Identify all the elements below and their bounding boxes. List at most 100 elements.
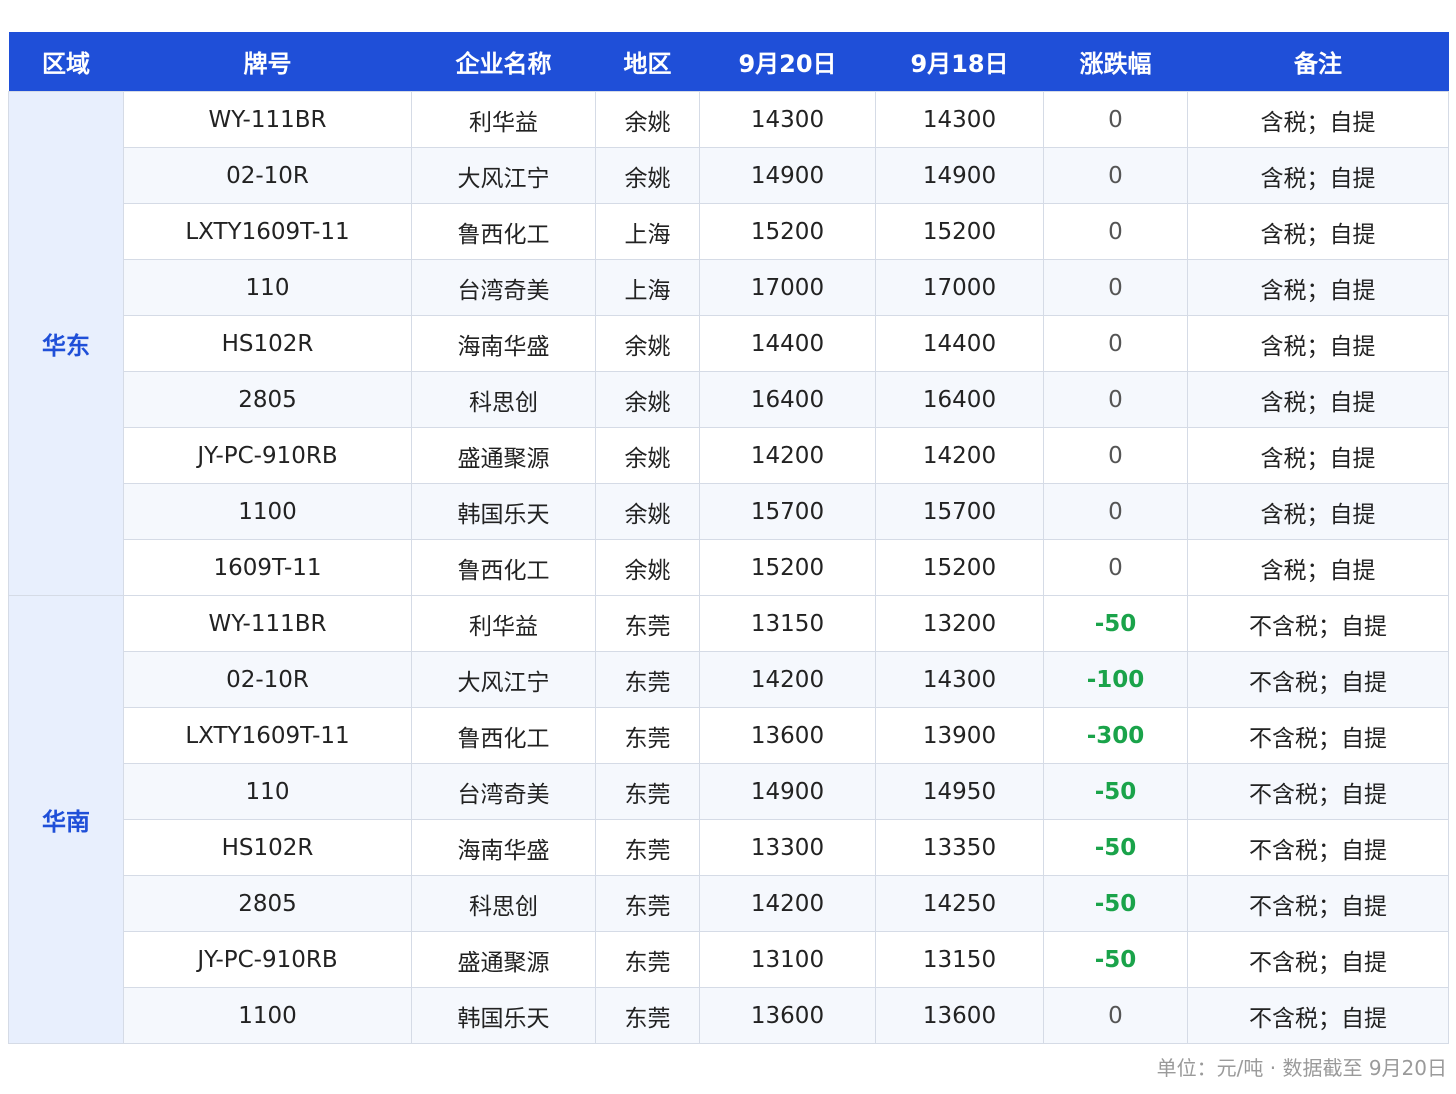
area-cell: 东莞 — [595, 819, 700, 876]
company-cell: 盛通聚源 — [411, 427, 596, 484]
note-cell: 不含税；自提 — [1187, 819, 1449, 876]
change-cell: 0 — [1043, 483, 1188, 540]
table-row: 02-10R 大风江宁 东莞 14200 14300 -100 不含税；自提 — [9, 651, 1449, 708]
price-0918-cell: 15700 — [875, 483, 1044, 540]
price-0918-cell: 13200 — [875, 595, 1044, 652]
note-cell: 含税；自提 — [1187, 315, 1449, 372]
table-row: 2805 科思创 东莞 14200 14250 -50 不含税；自提 — [9, 875, 1449, 932]
price-0920-cell: 14200 — [699, 427, 876, 484]
change-cell: -50 — [1043, 763, 1188, 820]
region-cell: 华南 — [8, 595, 124, 1044]
price-0920-cell: 15700 — [699, 483, 876, 540]
change-cell: -50 — [1043, 875, 1188, 932]
header-company: 企业名称 — [411, 32, 596, 92]
change-cell: -50 — [1043, 819, 1188, 876]
change-cell: 0 — [1043, 539, 1188, 596]
company-cell: 韩国乐天 — [411, 987, 596, 1044]
price-0920-cell: 16400 — [699, 371, 876, 428]
change-cell: 0 — [1043, 203, 1188, 260]
area-cell: 东莞 — [595, 875, 700, 932]
price-0918-cell: 15200 — [875, 539, 1044, 596]
header-row: 区域 牌号 企业名称 地区 9月20日 9月18日 涨跌幅 备注 — [8, 32, 1449, 92]
price-0918-cell: 13150 — [875, 931, 1044, 988]
table-row: LXTY1609T-11 鲁西化工 上海 15200 15200 0 含税；自提 — [9, 203, 1449, 260]
price-0918-cell: 15200 — [875, 203, 1044, 260]
grade-cell: LXTY1609T-11 — [123, 203, 412, 260]
company-cell: 利华益 — [411, 595, 596, 652]
area-cell: 余姚 — [595, 483, 700, 540]
grade-cell: JY-PC-910RB — [123, 931, 412, 988]
table-row: HS102R 海南华盛 余姚 14400 14400 0 含税；自提 — [9, 315, 1449, 372]
price-0918-cell: 16400 — [875, 371, 1044, 428]
table-row: 110 台湾奇美 上海 17000 17000 0 含税；自提 — [9, 259, 1449, 316]
note-cell: 不含税；自提 — [1187, 931, 1449, 988]
price-0920-cell: 14900 — [699, 763, 876, 820]
table-row: 1100 韩国乐天 余姚 15700 15700 0 含税；自提 — [9, 483, 1449, 540]
area-cell: 东莞 — [595, 595, 700, 652]
table-row: JY-PC-910RB 盛通聚源 东莞 13100 13150 -50 不含税；自提 — [9, 931, 1449, 988]
area-cell: 余姚 — [595, 147, 700, 204]
company-cell: 韩国乐天 — [411, 483, 596, 540]
grade-cell: HS102R — [123, 819, 412, 876]
price-0920-cell: 15200 — [699, 539, 876, 596]
price-0920-cell: 13300 — [699, 819, 876, 876]
note-cell: 不含税；自提 — [1187, 651, 1449, 708]
change-cell: 0 — [1043, 987, 1188, 1044]
company-cell: 台湾奇美 — [411, 259, 596, 316]
header-region: 区域 — [8, 32, 124, 92]
grade-cell: 2805 — [123, 875, 412, 932]
note-cell: 含税；自提 — [1187, 483, 1449, 540]
change-cell: 0 — [1043, 259, 1188, 316]
price-0920-cell: 14200 — [699, 651, 876, 708]
price-0920-cell: 14400 — [699, 315, 876, 372]
company-cell: 台湾奇美 — [411, 763, 596, 820]
price-0920-cell: 13600 — [699, 987, 876, 1044]
price-0920-cell: 13600 — [699, 707, 876, 764]
header-note: 备注 — [1187, 32, 1449, 92]
table-row: 华南 WY-111BR 利华益 东莞 13150 13200 -50 不含税；自提 — [8, 595, 1449, 1044]
change-cell: 0 — [1043, 427, 1188, 484]
price-0918-cell: 13900 — [875, 707, 1044, 764]
area-cell: 余姚 — [595, 371, 700, 428]
price-0918-cell: 14300 — [875, 651, 1044, 708]
grade-cell: 02-10R — [123, 651, 412, 708]
price-0918-cell: 14950 — [875, 763, 1044, 820]
header-grade: 牌号 — [123, 32, 412, 92]
company-cell: 大风江宁 — [411, 147, 596, 204]
area-cell: 东莞 — [595, 651, 700, 708]
price-0918-cell: 17000 — [875, 259, 1044, 316]
note-cell: 含税；自提 — [1187, 539, 1449, 596]
price-0918-cell: 13350 — [875, 819, 1044, 876]
price-0920-cell: 14900 — [699, 147, 876, 204]
change-cell: 0 — [1043, 91, 1188, 148]
area-cell: 余姚 — [595, 91, 700, 148]
header-price-0918: 9月18日 — [875, 32, 1044, 92]
company-cell: 海南华盛 — [411, 819, 596, 876]
note-cell: 不含税；自提 — [1187, 763, 1449, 820]
grade-cell: 02-10R — [123, 147, 412, 204]
company-cell: 科思创 — [411, 875, 596, 932]
company-cell: 海南华盛 — [411, 315, 596, 372]
table-row: 1100 韩国乐天 东莞 13600 13600 0 不含税；自提 — [9, 987, 1449, 1044]
header-change: 涨跌幅 — [1043, 32, 1188, 92]
grade-cell: WY-111BR — [123, 595, 412, 652]
price-0918-cell: 14300 — [875, 91, 1044, 148]
company-cell: 鲁西化工 — [411, 707, 596, 764]
change-cell: -50 — [1043, 931, 1188, 988]
note-cell: 不含税；自提 — [1187, 987, 1449, 1044]
footnote: 单位：元/吨 · 数据截至 9月20日 — [1156, 1056, 1447, 1080]
region-cell: 华东 — [8, 91, 124, 596]
area-cell: 余姚 — [595, 315, 700, 372]
note-cell: 含税；自提 — [1187, 427, 1449, 484]
grade-cell: 1609T-11 — [123, 539, 412, 596]
change-cell: -100 — [1043, 651, 1188, 708]
price-0920-cell: 13150 — [699, 595, 876, 652]
price-0920-cell: 14200 — [699, 875, 876, 932]
note-cell: 不含税；自提 — [1187, 875, 1449, 932]
table-row: 华东 WY-111BR 利华益 余姚 14300 14300 0 含税；自提 — [8, 91, 1449, 596]
change-cell: -300 — [1043, 707, 1188, 764]
table-row: LXTY1609T-11 鲁西化工 东莞 13600 13900 -300 不含税；自提 — [9, 707, 1449, 764]
price-table: 区域 牌号 企业名称 地区 9月20日 9月18日 涨跌幅 备注 华东 WY-11… — [8, 32, 1449, 1044]
price-0920-cell: 17000 — [699, 259, 876, 316]
note-cell: 含税；自提 — [1187, 371, 1449, 428]
